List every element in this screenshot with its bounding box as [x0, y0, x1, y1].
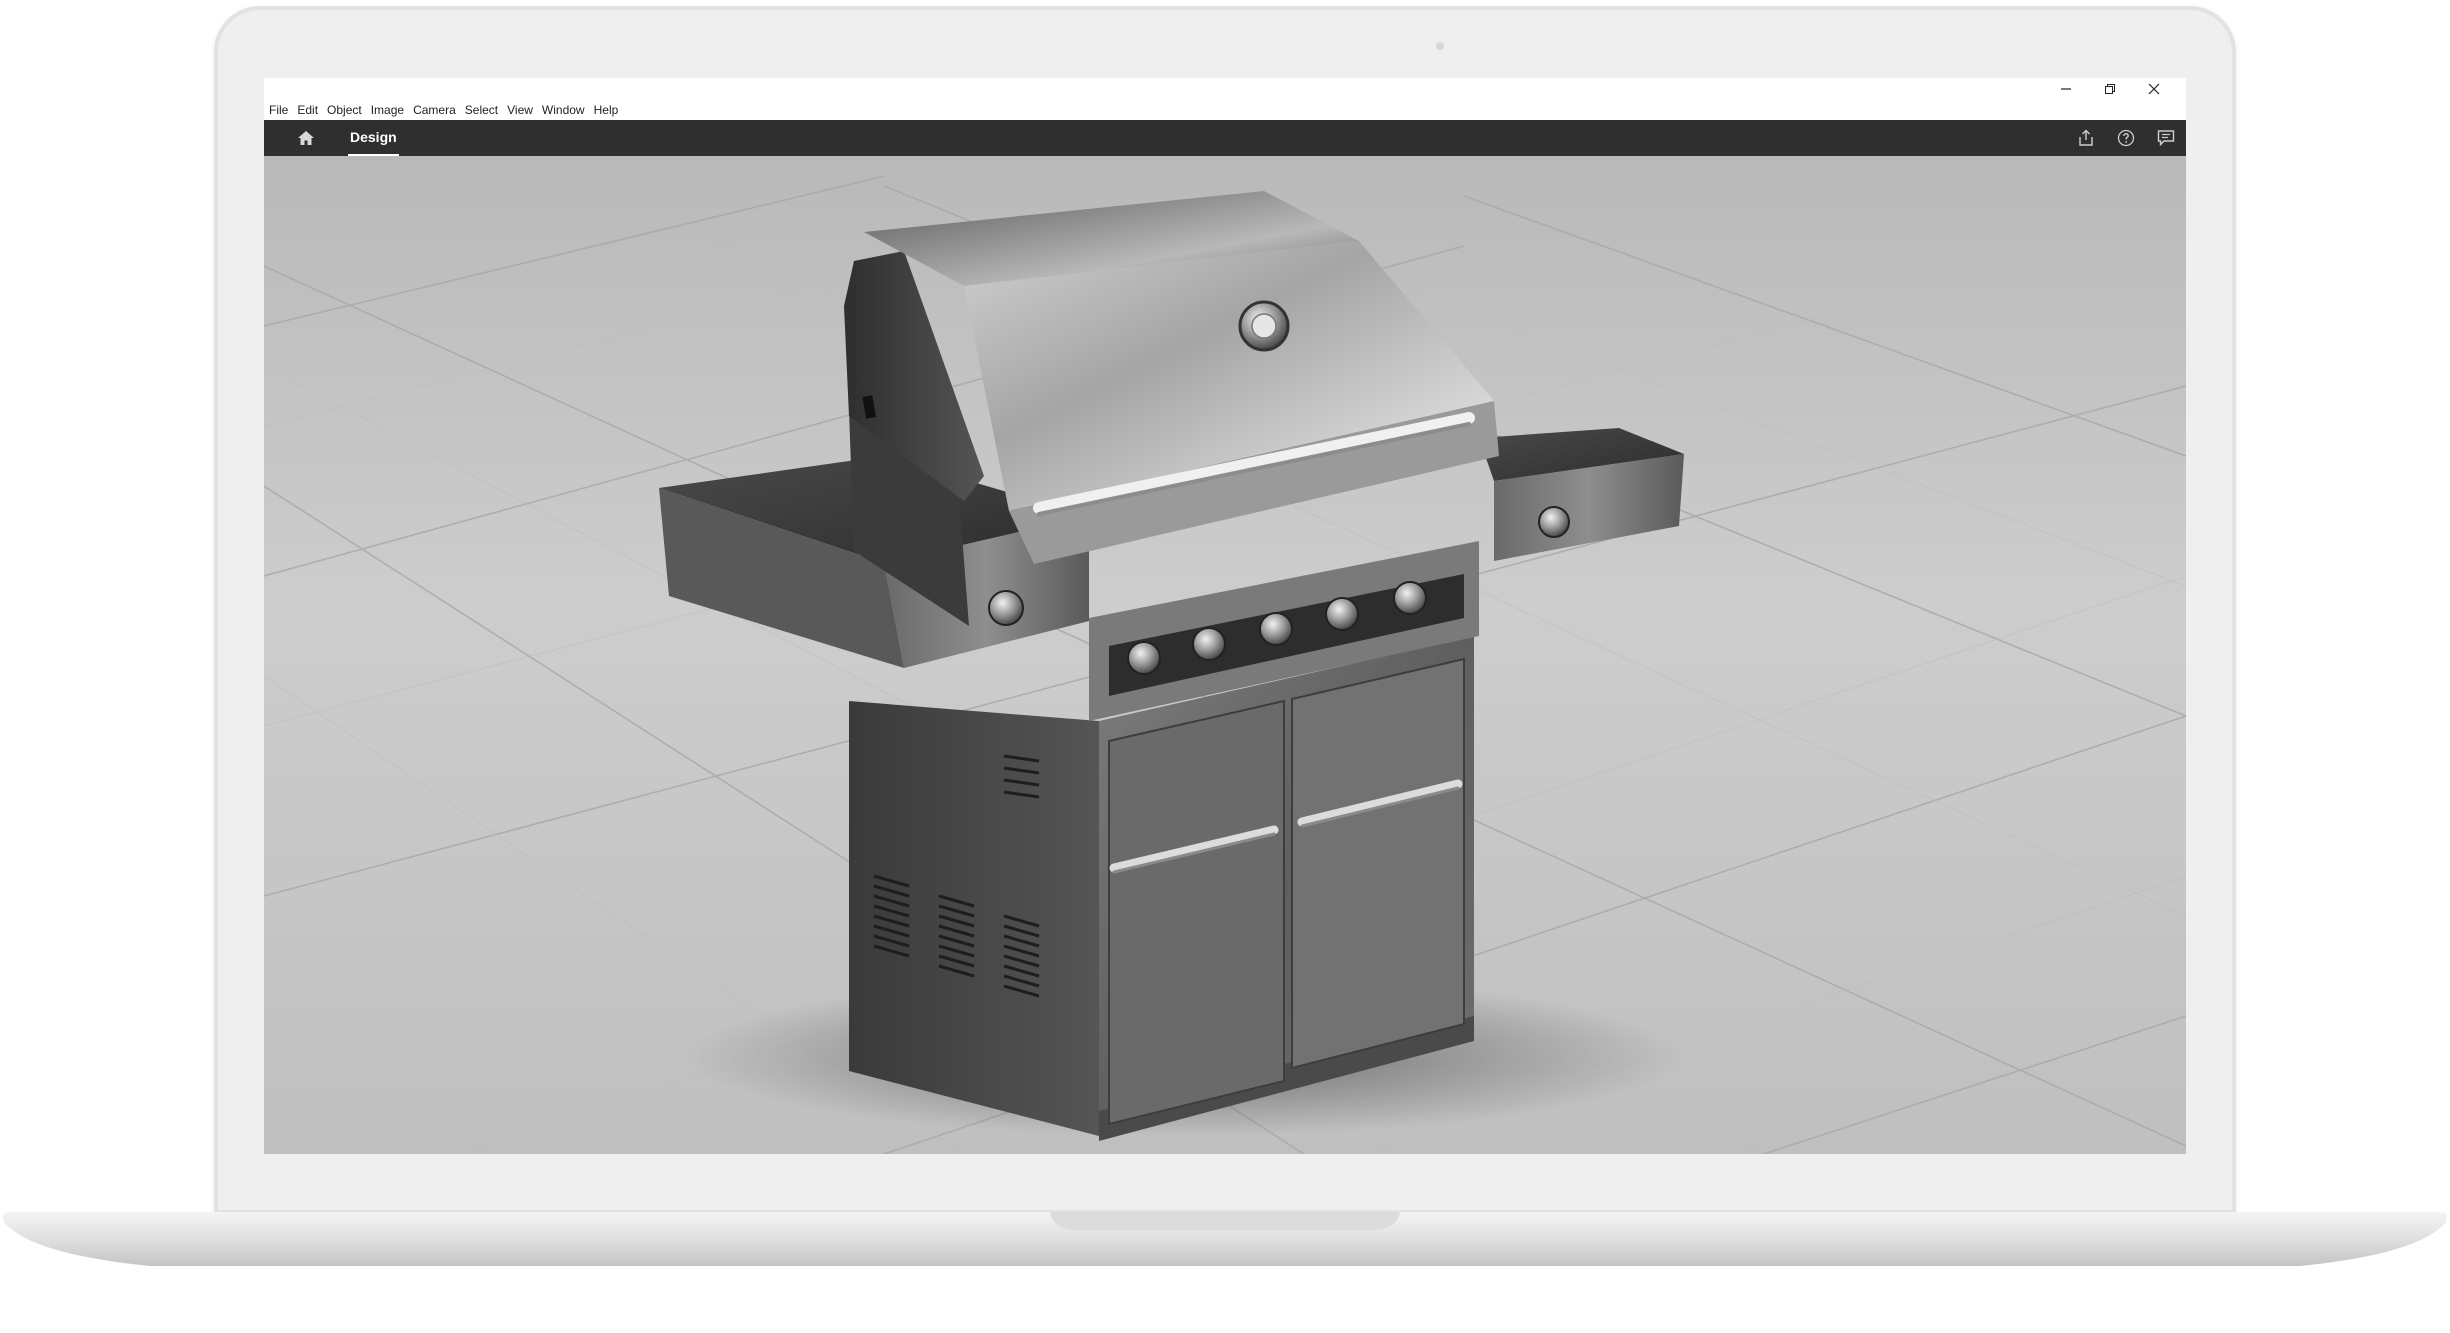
menu-window[interactable]: Window — [539, 103, 591, 117]
close-button[interactable] — [2132, 78, 2176, 100]
menu-edit[interactable]: Edit — [294, 103, 324, 117]
menu-bar: File Edit Object Image Camera Select Vie… — [264, 100, 2186, 120]
menu-object[interactable]: Object — [324, 103, 368, 117]
feedback-button[interactable] — [2154, 128, 2178, 148]
menu-file[interactable]: File — [266, 103, 294, 117]
restore-icon — [2105, 84, 2115, 94]
left-shelf-knob — [988, 590, 1024, 626]
minimize-icon — [2061, 88, 2071, 90]
menu-camera[interactable]: Camera — [410, 103, 462, 117]
close-icon — [2148, 83, 2160, 95]
toolbar: Design — [264, 120, 2186, 156]
help-icon — [2117, 129, 2135, 147]
left-door — [1108, 699, 1285, 1126]
render-viewport[interactable] — [264, 156, 2186, 1154]
menu-help[interactable]: Help — [591, 103, 625, 117]
right-shelf-knob — [1538, 506, 1570, 538]
grill-scene — [264, 156, 2186, 1154]
minimize-button[interactable] — [2044, 78, 2088, 100]
feedback-icon — [2157, 130, 2175, 147]
help-button[interactable] — [2114, 128, 2138, 148]
share-button[interactable] — [2074, 128, 2098, 148]
webcam — [1436, 42, 1444, 50]
menu-view[interactable]: View — [504, 103, 539, 117]
restore-button[interactable] — [2088, 78, 2132, 100]
menu-select[interactable]: Select — [462, 103, 504, 117]
app-window: File Edit Object Image Camera Select Vie… — [264, 78, 2186, 1154]
share-icon — [2079, 129, 2093, 146]
home-button[interactable] — [294, 128, 318, 148]
home-icon — [298, 131, 314, 145]
laptop-base — [2, 1212, 2448, 1266]
right-door — [1291, 657, 1465, 1070]
window-controls — [2044, 78, 2176, 100]
toolbar-actions — [2074, 128, 2178, 148]
title-bar — [264, 78, 2186, 100]
menu-image[interactable]: Image — [368, 103, 410, 117]
tab-design[interactable]: Design — [348, 120, 399, 156]
